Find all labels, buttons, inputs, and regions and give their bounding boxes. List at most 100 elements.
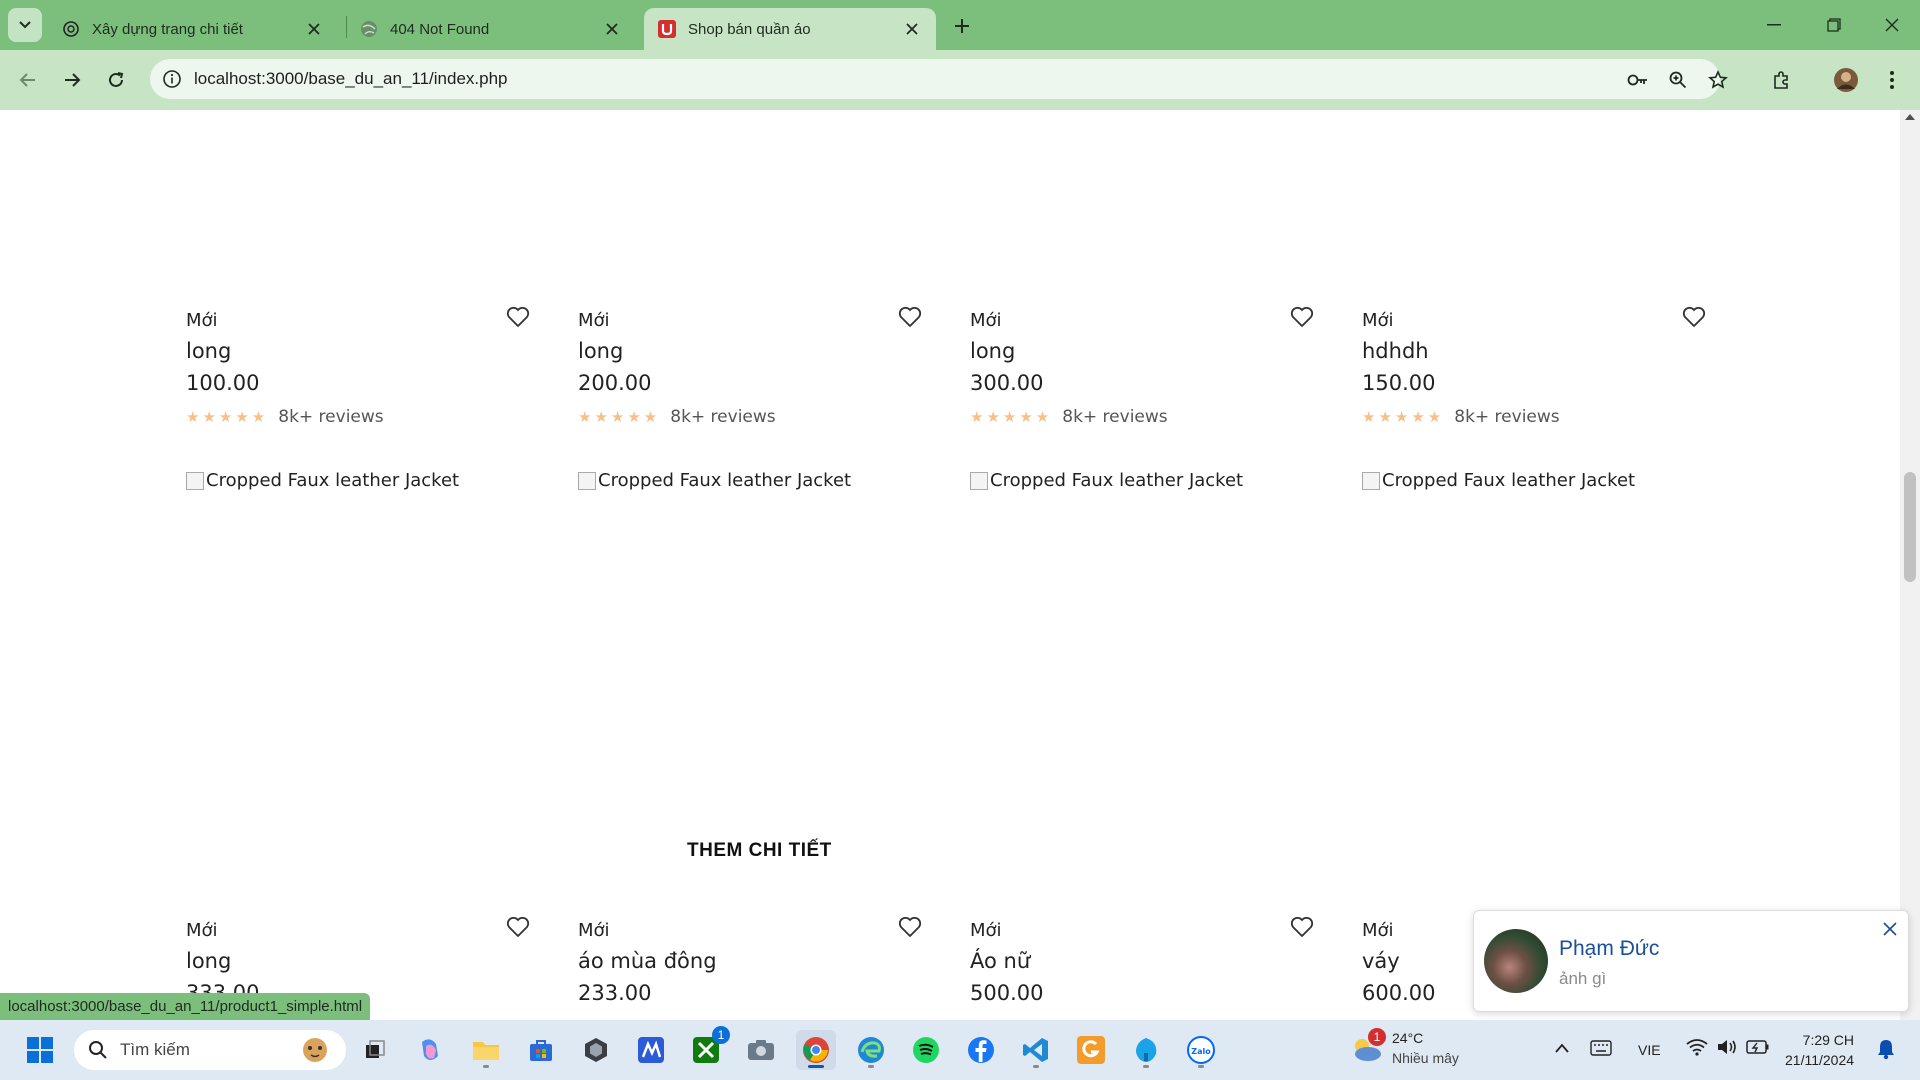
store-button[interactable] bbox=[521, 1030, 561, 1070]
product-name[interactable]: long bbox=[578, 339, 923, 363]
input-language[interactable]: VIE bbox=[1638, 1042, 1661, 1058]
sender-name: Phạm Đức bbox=[1559, 937, 1660, 960]
keyboard-icon[interactable] bbox=[1590, 1040, 1612, 1056]
chevron-up-icon[interactable] bbox=[1554, 1042, 1570, 1054]
camera-icon bbox=[748, 1040, 774, 1060]
facebook-button[interactable] bbox=[961, 1030, 1001, 1070]
product-image[interactable]: Cropped Faux leather Jacket bbox=[1362, 470, 1635, 491]
bookmark-button[interactable] bbox=[1702, 64, 1734, 96]
product-image[interactable]: Cropped Faux leather Jacket bbox=[186, 470, 459, 491]
start-button[interactable] bbox=[20, 1030, 60, 1070]
product-rating: ★★★★★ 8k+ reviews bbox=[578, 407, 923, 427]
product-price: 300.00 bbox=[970, 371, 1044, 395]
minimize-button[interactable] bbox=[1752, 10, 1796, 40]
battery-icon[interactable] bbox=[1746, 1039, 1770, 1055]
browser-menu-button[interactable] bbox=[1876, 64, 1908, 96]
edge-button[interactable] bbox=[851, 1030, 891, 1070]
heart-icon[interactable] bbox=[1681, 304, 1707, 330]
running-indicator bbox=[1143, 1065, 1149, 1068]
password-key-button[interactable] bbox=[1622, 64, 1654, 96]
tab-search-button[interactable] bbox=[8, 8, 42, 42]
spotify-button[interactable] bbox=[906, 1030, 946, 1070]
product-card[interactable]: Mới hdhdh 150.00 ★★★★★ 8k+ reviews bbox=[1362, 306, 1707, 427]
reviews-count: 8k+ reviews bbox=[278, 407, 384, 427]
task-view-button[interactable] bbox=[355, 1030, 395, 1070]
extensions-button[interactable] bbox=[1766, 64, 1798, 96]
windows-logo-icon bbox=[27, 1037, 53, 1063]
product-name[interactable]: long bbox=[970, 339, 1315, 363]
heart-icon[interactable] bbox=[897, 914, 923, 940]
app-g-button[interactable] bbox=[1071, 1030, 1111, 1070]
camera-button[interactable] bbox=[741, 1030, 781, 1070]
product-card[interactable]: Mới áo mùa đông 233.00 bbox=[578, 916, 923, 1005]
product-name[interactable]: Áo nữ bbox=[970, 949, 1315, 973]
running-indicator bbox=[483, 1065, 489, 1068]
tab-shop[interactable]: Shop bán quần áo bbox=[644, 8, 936, 50]
close-window-button[interactable] bbox=[1870, 10, 1914, 40]
close-icon[interactable] bbox=[902, 19, 922, 39]
xbox-button[interactable]: 1 bbox=[686, 1026, 730, 1070]
close-icon[interactable] bbox=[1880, 919, 1900, 939]
product-rating: ★★★★★ 8k+ reviews bbox=[970, 407, 1315, 427]
image-alt-text: Cropped Faux leather Jacket bbox=[990, 470, 1244, 491]
taskbar-search[interactable]: Tìm kiếm bbox=[74, 1030, 346, 1070]
scroll-up-arrow-icon[interactable] bbox=[1905, 114, 1915, 120]
product-image[interactable]: Cropped Faux leather Jacket bbox=[578, 470, 851, 491]
close-icon[interactable] bbox=[304, 19, 324, 39]
heart-icon[interactable] bbox=[505, 914, 531, 940]
product-card[interactable]: Mới Áo nữ 500.00 bbox=[970, 916, 1315, 1005]
notification-bell-icon[interactable] bbox=[1876, 1038, 1896, 1060]
copilot-button[interactable] bbox=[410, 1030, 450, 1070]
volume-icon[interactable] bbox=[1716, 1038, 1738, 1056]
reviews-count: 8k+ reviews bbox=[1062, 407, 1168, 427]
product-name[interactable]: long bbox=[186, 339, 531, 363]
heart-icon[interactable] bbox=[1289, 914, 1315, 940]
product-name[interactable]: áo mùa đông bbox=[578, 949, 923, 973]
new-badge: Mới bbox=[186, 310, 218, 331]
openai-icon bbox=[62, 20, 80, 38]
close-icon[interactable] bbox=[602, 19, 622, 39]
tab-404[interactable]: 404 Not Found bbox=[346, 8, 636, 50]
product-card[interactable]: Mới long 300.00 ★★★★★ 8k+ reviews bbox=[970, 306, 1315, 427]
site-info-icon[interactable] bbox=[150, 69, 194, 89]
link-status-bar: localhost:3000/base_du_an_11/product1_si… bbox=[0, 993, 371, 1020]
app-m-button[interactable] bbox=[631, 1030, 671, 1070]
tab-chatgpt[interactable]: Xây dựng trang chi tiết bbox=[48, 8, 338, 50]
g-app-icon bbox=[1077, 1036, 1105, 1064]
app-blue-button[interactable] bbox=[1126, 1030, 1166, 1070]
product-name[interactable]: hdhdh bbox=[1362, 339, 1707, 363]
heart-icon[interactable] bbox=[1289, 304, 1315, 330]
reload-button[interactable] bbox=[100, 64, 132, 96]
chrome-button[interactable] bbox=[796, 1030, 836, 1070]
product-card[interactable]: Mới long 200.00 ★★★★★ 8k+ reviews bbox=[578, 306, 923, 427]
system-clock[interactable]: 7:29 CH 21/11/2024 bbox=[1785, 1030, 1854, 1070]
app-hex-button[interactable] bbox=[576, 1030, 616, 1070]
new-tab-button[interactable] bbox=[948, 12, 976, 40]
zalo-button[interactable]: Zalo bbox=[1181, 1030, 1221, 1070]
arrow-left-icon bbox=[19, 73, 35, 87]
profile-avatar[interactable] bbox=[1830, 64, 1862, 96]
facebook-icon bbox=[968, 1037, 994, 1063]
product-image[interactable]: Cropped Faux leather Jacket bbox=[970, 470, 1243, 491]
restore-button[interactable] bbox=[1812, 10, 1856, 40]
product-card[interactable]: Mới long 100.00 ★★★★★ 8k+ reviews bbox=[186, 306, 531, 427]
heart-icon[interactable] bbox=[505, 304, 531, 330]
file-explorer-button[interactable] bbox=[466, 1030, 506, 1070]
zoom-button[interactable] bbox=[1662, 64, 1694, 96]
active-indicator bbox=[808, 1065, 824, 1068]
section-title: THEM CHI TIẾT bbox=[687, 840, 832, 861]
tab-title: 404 Not Found bbox=[390, 20, 490, 38]
heart-icon[interactable] bbox=[897, 304, 923, 330]
key-icon bbox=[1627, 74, 1647, 86]
back-button[interactable] bbox=[12, 64, 44, 96]
reviews-count: 8k+ reviews bbox=[1454, 407, 1560, 427]
svg-text:Zalo: Zalo bbox=[1191, 1047, 1211, 1056]
forward-button[interactable] bbox=[56, 64, 88, 96]
vscode-button[interactable] bbox=[1016, 1030, 1056, 1070]
folder-icon bbox=[473, 1042, 499, 1060]
product-name[interactable]: long bbox=[186, 949, 531, 973]
wifi-icon[interactable] bbox=[1686, 1038, 1708, 1056]
chat-notification[interactable]: Phạm Đức ảnh gì bbox=[1473, 910, 1909, 1012]
scrollbar-thumb[interactable] bbox=[1904, 472, 1916, 582]
address-bar[interactable]: localhost:3000/base_du_an_11/index.php bbox=[150, 59, 1720, 99]
